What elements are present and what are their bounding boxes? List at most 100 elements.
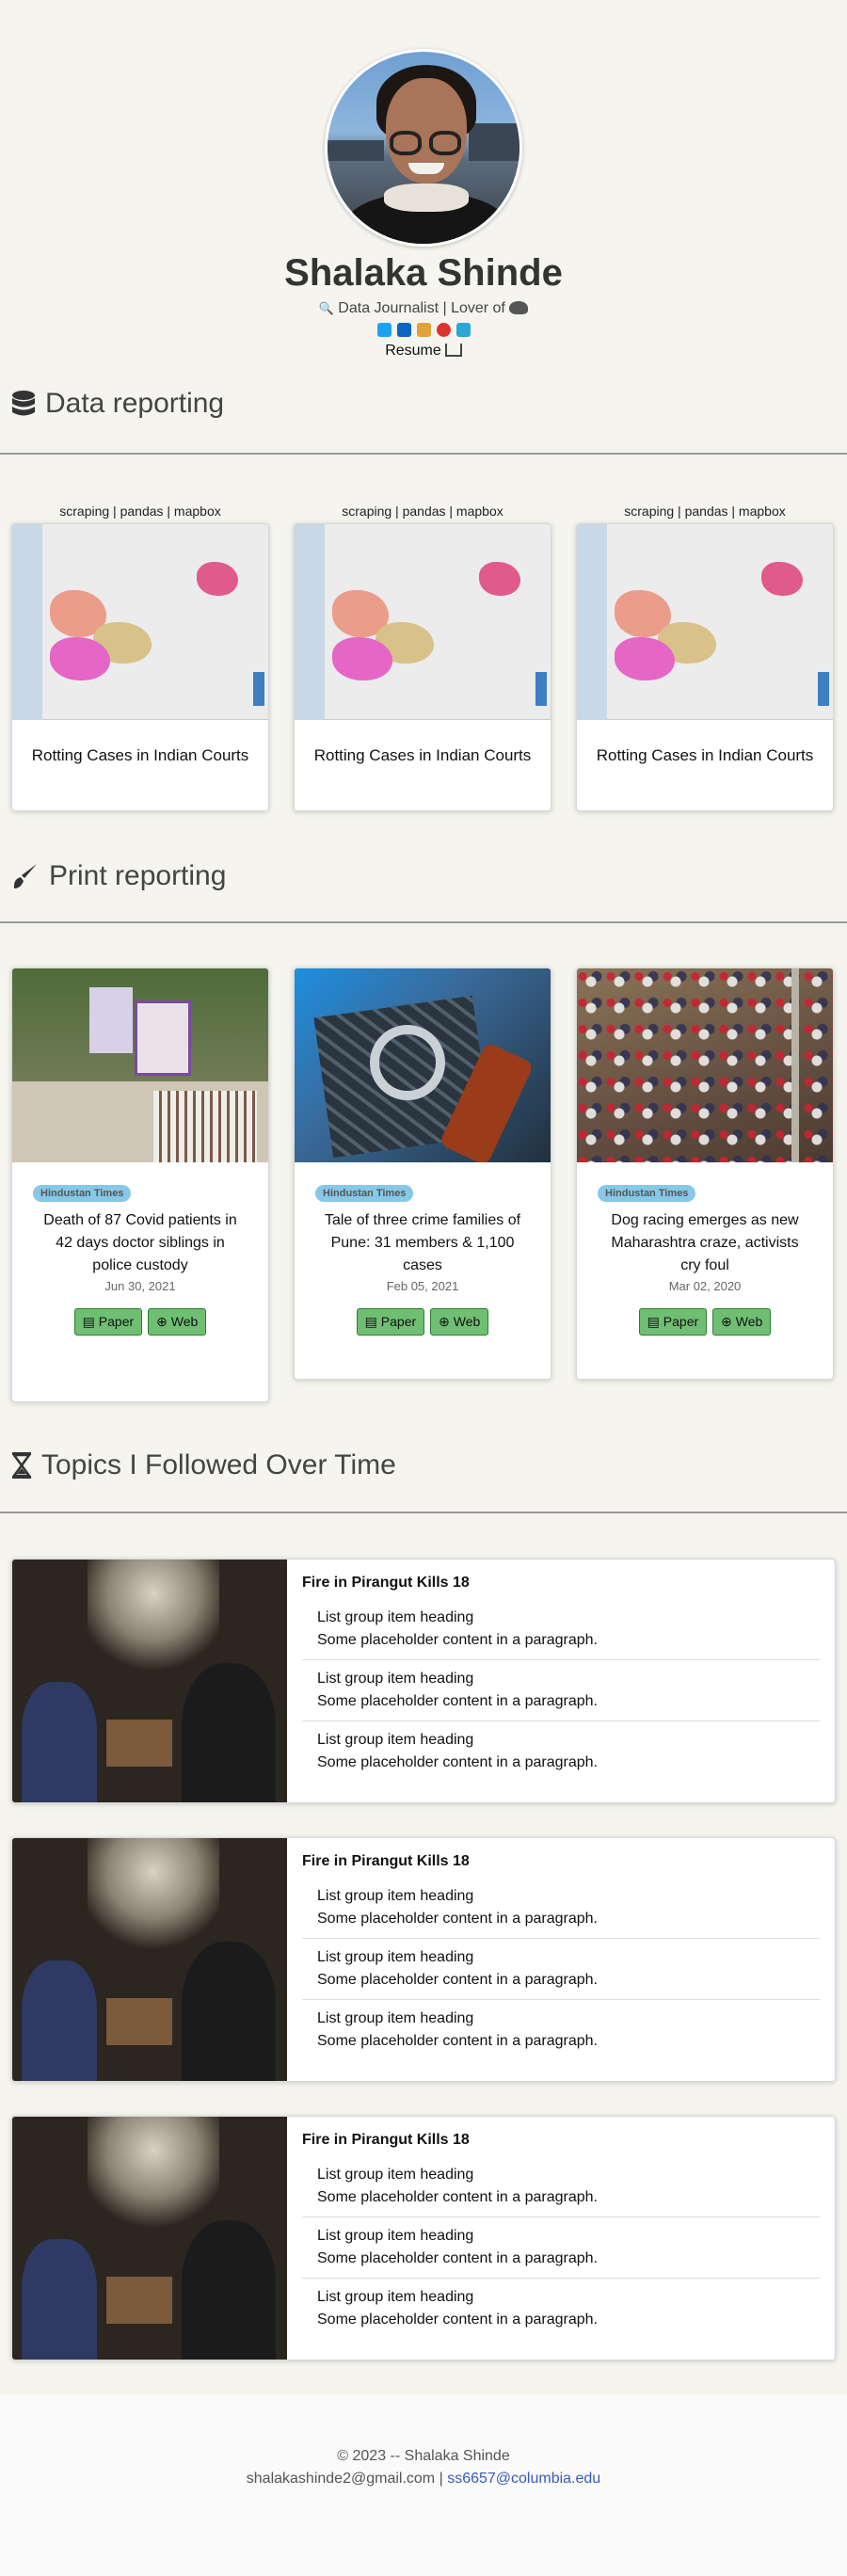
resume-label[interactable]: Resume: [385, 343, 441, 359]
globe-icon: ⊕: [721, 1314, 736, 1329]
list-item[interactable]: List group item heading Some placeholder…: [302, 2217, 820, 2279]
paintbrush-icon: [13, 864, 37, 888]
list-item-text: Some placeholder content in a paragraph.: [317, 1693, 598, 1709]
article-date: Mar 02, 2020: [668, 1279, 742, 1293]
skyline: [328, 140, 384, 161]
topics-section: Topics I Followed Over Time: [0, 1449, 847, 1481]
source-badge: Hindustan Times: [315, 1185, 414, 1202]
web-button[interactable]: ⊕ Web: [430, 1308, 489, 1336]
photo-smile: [408, 163, 444, 174]
tagline-text: Data Journalist | Lover of: [338, 300, 505, 316]
card-title[interactable]: Rotting Cases in Indian Courts: [577, 720, 833, 792]
section-heading: Topics I Followed Over Time: [0, 1449, 847, 1481]
data-reporting-section: Data reporting: [0, 388, 847, 420]
linkedin-icon[interactable]: [396, 323, 411, 337]
data-card[interactable]: Rotting Cases in Indian Courts: [11, 523, 269, 811]
list-item[interactable]: List group item heading Some placeholder…: [302, 1599, 820, 1660]
resume-link[interactable]: Resume: [0, 343, 847, 360]
topic-card[interactable]: Fire in Pirangut Kills 18 List group ite…: [11, 1837, 836, 2082]
columbia-email-link[interactable]: ss6657@columbia.edu: [447, 2471, 600, 2487]
globe-icon: ⊕: [439, 1314, 454, 1329]
map-thumbnail: [577, 524, 833, 720]
hourglass-icon: [11, 1452, 32, 1479]
topic-photo: [12, 2117, 287, 2360]
card-title[interactable]: Rotting Cases in Indian Courts: [12, 720, 268, 792]
article-title: Tale of three crime families of Pune: 31…: [324, 1212, 521, 1273]
data-card[interactable]: Rotting Cases in Indian Courts: [576, 523, 834, 811]
divider: [0, 453, 847, 455]
newspaper-icon: ▤: [647, 1314, 663, 1329]
contact-line: shalakashinde2@gmail.com | ss6657@columb…: [0, 2468, 847, 2490]
section-title: Topics I Followed Over Time: [41, 1449, 396, 1480]
topic-title: Fire in Pirangut Kills 18: [302, 1853, 470, 1869]
profile-header: Shalaka Shinde 🔍 Data Journalist | Lover…: [0, 0, 847, 360]
list-item-heading: List group item heading: [317, 2167, 474, 2183]
photo-glasses: [429, 131, 461, 155]
card-tags: scraping | pandas | mapbox: [624, 504, 786, 519]
github-icon[interactable]: [436, 323, 451, 337]
source-badge: Hindustan Times: [598, 1185, 696, 1202]
card-tags: scraping | pandas | mapbox: [342, 504, 503, 519]
paper-button[interactable]: ▤ Paper: [73, 1308, 143, 1336]
twitter-icon[interactable]: [376, 323, 392, 337]
photo-glasses: [390, 131, 422, 155]
list-item-text: Some placeholder content in a paragraph.: [317, 2189, 598, 2205]
newspaper-icon: ▤: [364, 1314, 381, 1329]
list-item[interactable]: List group item heading Some placeholder…: [302, 2156, 820, 2217]
magnifier-icon: 🔍: [318, 301, 334, 315]
cart-icon: [444, 344, 462, 357]
list-item-text: Some placeholder content in a paragraph.: [317, 1632, 598, 1648]
list-item-text: Some placeholder content in a paragraph.: [317, 1754, 598, 1770]
instagram-icon[interactable]: [416, 323, 431, 337]
newspaper-icon: ▤: [82, 1314, 99, 1329]
footer: © 2023 -- Shalaka Shinde shalakashinde2@…: [0, 2394, 847, 2576]
card-tags: scraping | pandas | mapbox: [59, 504, 221, 519]
article-title: Dog racing emerges as new Maharashtra cr…: [611, 1212, 799, 1273]
list-item-heading: List group item heading: [317, 2228, 474, 2244]
photo-collar: [384, 184, 469, 212]
article-photo: [577, 968, 833, 1162]
topic-card[interactable]: Fire in Pirangut Kills 18 List group ite…: [11, 2116, 836, 2360]
topic-photo: [12, 1838, 287, 2081]
print-card[interactable]: Hindustan Times Death of 87 Covid patien…: [11, 968, 269, 1402]
list-item-heading: List group item heading: [317, 1609, 474, 1625]
paper-button[interactable]: ▤ Paper: [638, 1308, 708, 1336]
list-item[interactable]: List group item heading Some placeholder…: [302, 2000, 820, 2060]
list-item[interactable]: List group item heading Some placeholder…: [302, 2279, 820, 2339]
email-icon[interactable]: [455, 323, 471, 337]
social-links: [0, 323, 847, 337]
globe-icon: ⊕: [156, 1314, 171, 1329]
article-title: Death of 87 Covid patients in 42 days do…: [43, 1212, 237, 1273]
separator: |: [439, 2471, 443, 2487]
list-item-heading: List group item heading: [317, 1888, 474, 1904]
map-thumbnail: [12, 524, 268, 720]
article-photo: [295, 968, 551, 1162]
card-title[interactable]: Rotting Cases in Indian Courts: [295, 720, 551, 792]
list-item-heading: List group item heading: [317, 2010, 474, 2026]
list-item-heading: List group item heading: [317, 2289, 474, 2305]
section-title: Data reporting: [45, 388, 225, 419]
web-button[interactable]: ⊕ Web: [712, 1308, 772, 1336]
topic-card[interactable]: Fire in Pirangut Kills 18 List group ite…: [11, 1559, 836, 1803]
database-icon: [12, 391, 35, 416]
topic-photo: [12, 1560, 287, 1802]
paper-button[interactable]: ▤ Paper: [356, 1308, 425, 1336]
list-item-text: Some placeholder content in a paragraph.: [317, 2033, 598, 2049]
profile-tagline: 🔍 Data Journalist | Lover of: [0, 300, 847, 317]
divider: [0, 1512, 847, 1513]
copyright: © 2023 -- Shalaka Shinde: [337, 2448, 510, 2464]
profile-photo: [325, 49, 522, 247]
list-item[interactable]: List group item heading Some placeholder…: [302, 1939, 820, 2000]
list-item[interactable]: List group item heading Some placeholder…: [302, 1660, 820, 1721]
list-item-heading: List group item heading: [317, 1949, 474, 1965]
divider: [0, 921, 847, 923]
web-button[interactable]: ⊕ Web: [148, 1308, 207, 1336]
list-item-heading: List group item heading: [317, 1671, 474, 1687]
print-card[interactable]: Hindustan Times Tale of three crime fami…: [294, 968, 551, 1380]
list-item[interactable]: List group item heading Some placeholder…: [302, 1721, 820, 1782]
elephant-icon: [509, 301, 529, 314]
print-card[interactable]: Hindustan Times Dog racing emerges as ne…: [576, 968, 834, 1380]
list-item-text: Some placeholder content in a paragraph.: [317, 2312, 598, 2328]
data-card[interactable]: Rotting Cases in Indian Courts: [294, 523, 551, 811]
list-item[interactable]: List group item heading Some placeholder…: [302, 1878, 820, 1939]
